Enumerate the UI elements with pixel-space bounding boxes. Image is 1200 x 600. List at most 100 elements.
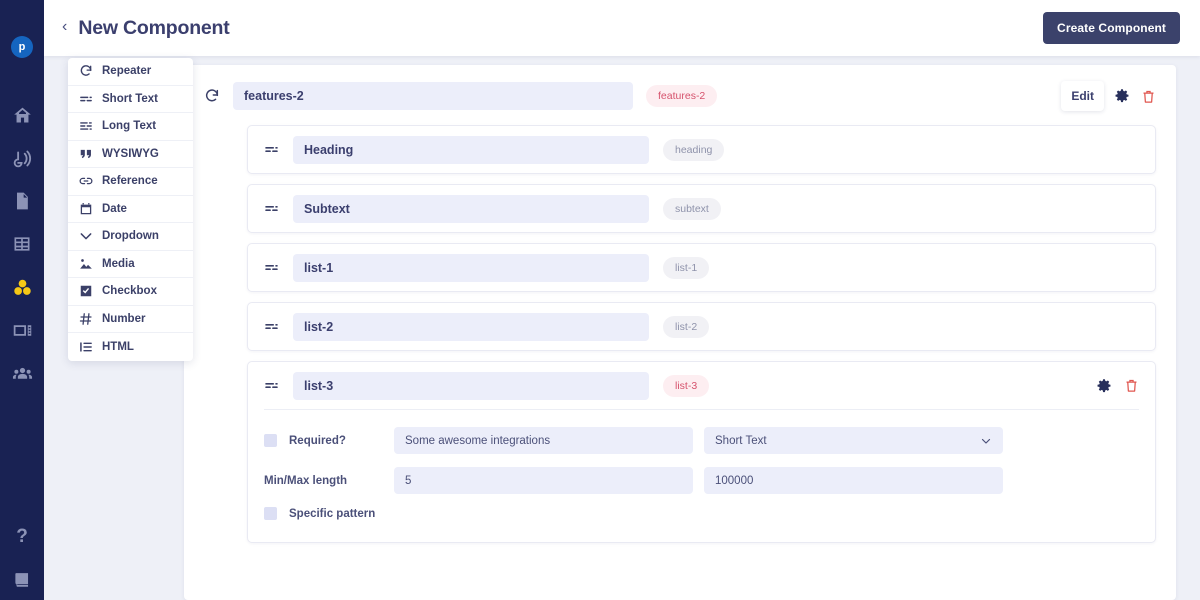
field-rows: heading subtext	[204, 125, 1156, 543]
field-slug-badge: list-2	[663, 315, 710, 338]
field-row-main: subtext	[264, 185, 1139, 232]
pattern-row: Specific pattern	[264, 507, 1139, 520]
field-type-label: WYSIWYG	[102, 147, 159, 160]
short-text-icon	[264, 142, 279, 157]
image-icon	[79, 257, 93, 271]
document-icon[interactable]	[11, 190, 33, 212]
field-type-label: Date	[102, 202, 127, 215]
list-item: list-1	[247, 243, 1156, 292]
required-checkbox-wrap: Required?	[264, 434, 394, 447]
work-area: features-2 Edit	[44, 56, 1200, 600]
trash-icon[interactable]	[1123, 378, 1139, 394]
app-logo[interactable]: p	[11, 36, 33, 58]
field-slug-badge: list-3	[663, 374, 710, 397]
field-type-short-text[interactable]: Short Text	[68, 86, 193, 113]
field-type-select[interactable]	[704, 427, 1003, 454]
field-name-input[interactable]	[293, 312, 649, 341]
field-row-main: list-2	[264, 303, 1139, 350]
required-label: Required?	[289, 434, 346, 447]
short-text-icon	[264, 260, 279, 275]
field-type-label: Number	[102, 312, 146, 325]
rail-bottom-group: ?	[11, 527, 33, 590]
checkbox-icon	[79, 284, 93, 298]
field-name-input[interactable]	[293, 371, 649, 400]
list-item: subtext	[247, 184, 1156, 233]
list-item: heading	[247, 125, 1156, 174]
rail-nav-list	[11, 104, 33, 384]
field-settings-panel: Required? Some awesome integrations Shor…	[264, 409, 1139, 542]
gear-icon[interactable]	[1114, 88, 1130, 104]
docs-book-icon[interactable]	[11, 568, 33, 590]
field-type-reference[interactable]: Reference	[68, 168, 193, 196]
field-type-repeater[interactable]: Repeater	[68, 58, 193, 86]
calendar-icon	[79, 202, 93, 216]
primary-nav-rail: p ?	[0, 0, 44, 600]
minmax-label: Min/Max length	[264, 474, 348, 487]
specific-pattern-checkbox[interactable]	[264, 507, 277, 520]
field-type-media[interactable]: Media	[68, 251, 193, 278]
home-icon[interactable]	[11, 104, 33, 126]
field-type-number[interactable]: Number	[68, 306, 193, 333]
short-text-icon	[264, 378, 279, 393]
component-editor-card: features-2 Edit	[184, 65, 1176, 600]
blog-icon[interactable]	[11, 147, 33, 169]
table-icon[interactable]	[11, 233, 33, 255]
create-component-button[interactable]: Create Component	[1043, 12, 1180, 44]
field-slug-badge: subtext	[663, 197, 721, 220]
field-type-label: Dropdown	[102, 230, 159, 243]
repeater-icon	[79, 64, 93, 78]
field-row-actions	[1096, 378, 1139, 394]
field-type-panel: Repeater Short Text Long Text WYSIWYG Re…	[68, 58, 193, 361]
field-row-main: list-1	[264, 244, 1139, 291]
field-type-checkbox[interactable]: Checkbox	[68, 278, 193, 306]
link-icon	[79, 174, 93, 188]
required-checkbox[interactable]	[264, 434, 277, 447]
field-type-date[interactable]: Date	[68, 196, 193, 223]
main-region: ‹ New Component Create Component feature…	[44, 0, 1200, 600]
quote-icon	[79, 147, 93, 161]
media-icon[interactable]	[11, 319, 33, 341]
short-text-icon	[79, 92, 93, 106]
list-item-expanded: list-3 list-3 Required? Some awesome int…	[247, 361, 1156, 543]
field-type-label: Checkbox	[102, 285, 157, 298]
field-row-main: heading	[264, 126, 1139, 173]
users-icon[interactable]	[11, 362, 33, 384]
field-type-html[interactable]: HTML	[68, 333, 193, 361]
html-list-icon	[79, 340, 93, 354]
field-type-label: Media	[102, 257, 135, 270]
back-chevron-icon[interactable]: ‹	[62, 19, 67, 37]
repeater-header-row: features-2 Edit	[204, 81, 1156, 111]
chevron-down-icon	[79, 229, 93, 243]
repeater-name-input[interactable]	[233, 82, 633, 110]
repeater-actions: Edit	[1061, 81, 1156, 111]
field-type-select-wrap	[704, 427, 1003, 454]
edit-button[interactable]: Edit	[1061, 81, 1104, 111]
required-row: Required?	[264, 427, 1139, 454]
description-input[interactable]	[394, 427, 693, 454]
max-length-input[interactable]	[704, 467, 1003, 494]
page-title: New Component	[78, 16, 230, 39]
minmax-label-wrap: Min/Max length	[264, 475, 394, 487]
field-slug-badge: heading	[663, 138, 725, 161]
short-text-icon	[264, 319, 279, 334]
help-icon[interactable]: ?	[16, 527, 28, 546]
field-type-long-text[interactable]: Long Text	[68, 113, 193, 141]
trash-icon[interactable]	[1140, 88, 1156, 104]
short-text-icon	[264, 201, 279, 216]
field-type-label: Reference	[102, 175, 158, 188]
min-length-input[interactable]	[394, 467, 693, 494]
components-icon[interactable]	[11, 276, 33, 298]
field-name-input[interactable]	[293, 194, 649, 223]
field-name-input[interactable]	[293, 253, 649, 282]
field-type-wysiwyg[interactable]: WYSIWYG	[68, 141, 193, 168]
gear-icon[interactable]	[1096, 378, 1112, 394]
field-name-input[interactable]	[293, 135, 649, 164]
field-slug-badge: list-1	[663, 256, 710, 279]
field-type-label: HTML	[102, 340, 134, 353]
field-type-dropdown[interactable]: Dropdown	[68, 223, 193, 251]
repeater-slug-badge: features-2	[646, 85, 718, 107]
repeater-icon	[204, 88, 220, 104]
page-header: ‹ New Component Create Component	[44, 0, 1200, 56]
field-type-label: Long Text	[102, 120, 157, 133]
hash-icon	[79, 312, 93, 326]
